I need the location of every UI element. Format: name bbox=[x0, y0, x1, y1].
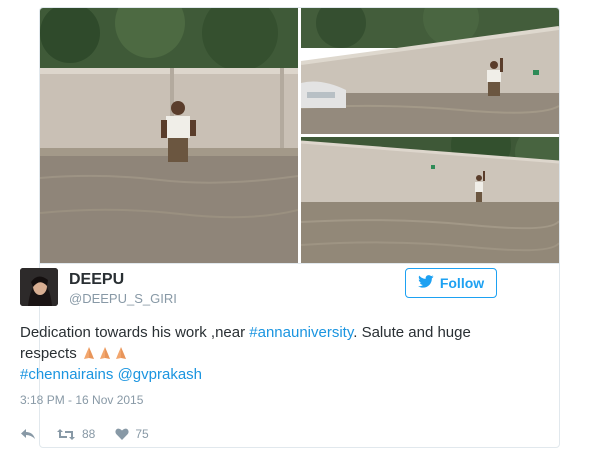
photo-flood-2[interactable] bbox=[301, 8, 559, 134]
bird-icon bbox=[417, 275, 434, 291]
like-button[interactable]: 75 bbox=[115, 427, 149, 441]
like-count: 75 bbox=[135, 427, 149, 441]
reply-button[interactable] bbox=[20, 428, 36, 440]
photo-grid bbox=[40, 8, 559, 263]
tweet-text-part1: Dedication towards his work ,near bbox=[20, 324, 250, 341]
follow-button[interactable]: Follow bbox=[405, 268, 497, 298]
reply-icon bbox=[20, 428, 36, 440]
heart-icon bbox=[115, 428, 129, 440]
follow-label: Follow bbox=[439, 275, 485, 291]
hashtag-annauniversity[interactable]: #annauniversity bbox=[249, 324, 353, 341]
retweet-icon bbox=[56, 428, 76, 441]
photo-flood-3[interactable] bbox=[301, 137, 559, 263]
mention-gvprakash[interactable]: @gvprakash bbox=[118, 366, 202, 383]
tweet-actions: 88 75 bbox=[20, 427, 169, 441]
display-name[interactable]: DEEPU bbox=[69, 271, 124, 289]
retweet-button[interactable]: 88 bbox=[56, 427, 95, 441]
photo-flood-1[interactable] bbox=[40, 8, 298, 263]
retweet-count: 88 bbox=[82, 427, 96, 441]
tweet-text: Dedication towards his work ,near #annau… bbox=[20, 322, 500, 385]
tweet-timestamp[interactable]: 3:18 PM - 16 Nov 2015 bbox=[20, 393, 143, 407]
hashtag-chennairains[interactable]: #chennairains bbox=[20, 366, 113, 383]
folded-hands-emoji bbox=[81, 345, 129, 362]
user-handle[interactable]: @DEEPU_S_GIRI bbox=[69, 291, 177, 306]
avatar[interactable] bbox=[20, 268, 58, 306]
photo-divider bbox=[40, 263, 559, 264]
